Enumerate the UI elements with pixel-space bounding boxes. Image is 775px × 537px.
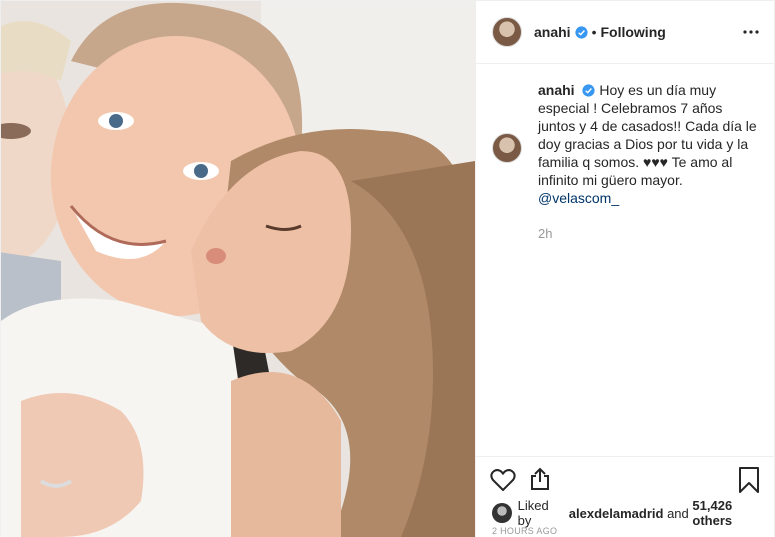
- verified-badge-icon: [582, 84, 596, 97]
- caption-text-block: anahi Hoy es un día muy especial ! Celeb…: [538, 81, 760, 207]
- liker-username[interactable]: alexdelamadrid: [569, 506, 664, 521]
- caption-mention-link[interactable]: @velascom_: [538, 190, 619, 206]
- bookmark-icon[interactable]: [738, 467, 760, 493]
- author-avatar[interactable]: [492, 17, 522, 47]
- caption-username[interactable]: anahi: [538, 82, 575, 98]
- author-username[interactable]: anahi: [534, 24, 571, 40]
- likes-summary: Liked by alexdelamadrid and 51,426 other…: [492, 498, 774, 528]
- verified-badge-icon: [574, 25, 588, 39]
- likes-prefix: Liked by: [517, 498, 549, 528]
- likes-others-link[interactable]: 51,426 others: [692, 498, 774, 528]
- instagram-post: anahi • Following anahi Hoy es un día mu…: [0, 0, 775, 537]
- photo-illustration: [1, 1, 475, 537]
- caption-body: anahi Hoy es un día muy especial ! Celeb…: [538, 81, 760, 243]
- share-icon[interactable]: [528, 467, 552, 491]
- post-caption: anahi Hoy es un día muy especial ! Celeb…: [492, 81, 760, 243]
- header-separator: •: [591, 24, 597, 40]
- post-side-panel: anahi • Following anahi Hoy es un día mu…: [475, 1, 774, 537]
- post-timestamp[interactable]: 2 HOURS AGO: [492, 526, 557, 536]
- post-photo[interactable]: [1, 1, 475, 537]
- liker-avatar[interactable]: [492, 503, 512, 523]
- post-header: anahi • Following: [476, 1, 774, 64]
- caption-time: 2h: [538, 226, 553, 241]
- likes-conjunction: and: [667, 505, 689, 521]
- more-options-icon[interactable]: [742, 23, 760, 41]
- heart-icon[interactable]: [490, 468, 516, 492]
- following-button[interactable]: Following: [600, 24, 665, 40]
- caption-author-avatar[interactable]: [492, 133, 522, 163]
